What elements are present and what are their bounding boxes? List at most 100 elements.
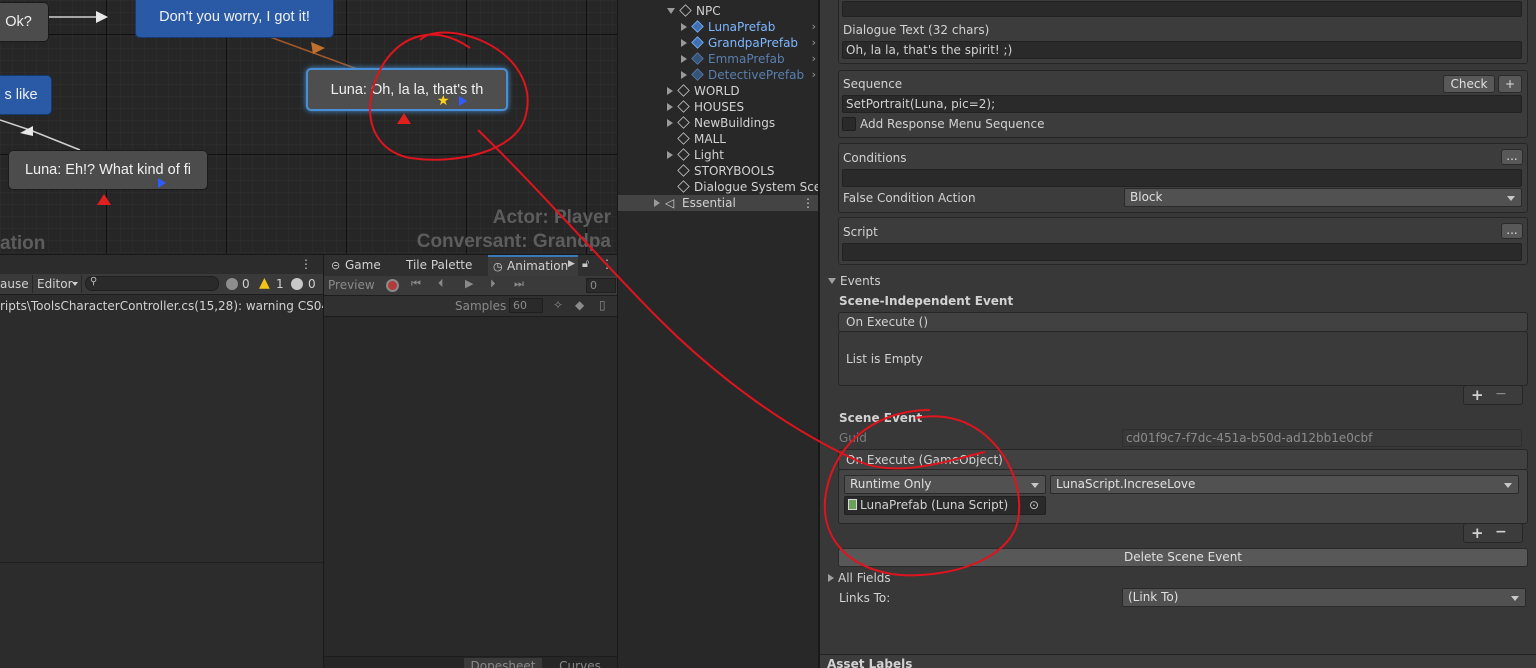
runtime-value: Runtime Only bbox=[850, 477, 932, 491]
lock-icon[interactable]: 🔓︎ bbox=[582, 257, 589, 271]
scene-row-essential[interactable]: ◁ Essential ⋮ bbox=[618, 195, 818, 211]
dialogue-graph-canvas[interactable]: Ok? Don't you worry, I got it! s like Lu… bbox=[0, 0, 617, 254]
start-star-icon: ★ bbox=[437, 93, 450, 109]
hierarchy-label: WORLD bbox=[694, 84, 740, 98]
list-remove-button[interactable]: − bbox=[1495, 524, 1507, 540]
check-button[interactable]: Check bbox=[1443, 75, 1495, 93]
tab-curves[interactable]: Curves bbox=[550, 658, 610, 668]
script-file-icon bbox=[848, 499, 857, 510]
console-log-entry[interactable]: ripts\ToolsCharacterController.cs(15,28)… bbox=[0, 296, 323, 316]
fold-closed-icon[interactable] bbox=[681, 55, 687, 63]
frame-field[interactable]: 0 bbox=[586, 278, 616, 293]
guid-label: Guid bbox=[839, 431, 867, 445]
all-fields-foldout[interactable]: All Fields bbox=[828, 571, 891, 585]
error-toggle[interactable]: 0 bbox=[290, 276, 320, 292]
fold-closed-icon[interactable] bbox=[681, 71, 687, 79]
list-add-button[interactable]: + bbox=[1471, 386, 1484, 404]
tab-animation[interactable]: ◷ Animation bbox=[488, 255, 578, 276]
input-port-icon[interactable] bbox=[397, 113, 411, 124]
hierarchy-item-light[interactable]: Light bbox=[667, 147, 724, 163]
gameobject-icon bbox=[677, 100, 690, 113]
node-ok[interactable]: Ok? bbox=[0, 2, 49, 42]
node-got-it[interactable]: Don't you worry, I got it! bbox=[135, 0, 334, 38]
fold-closed-icon[interactable] bbox=[654, 199, 660, 207]
fold-closed-icon[interactable] bbox=[681, 23, 687, 31]
prev-key-icon[interactable]: ⏴ bbox=[438, 277, 444, 291]
events-foldout[interactable]: Events bbox=[828, 274, 881, 288]
script-field[interactable] bbox=[842, 243, 1522, 261]
tab-dopesheet[interactable]: Dopesheet bbox=[464, 658, 542, 668]
hierarchy-item-newbuildings[interactable]: NewBuildings bbox=[667, 115, 775, 131]
tab-scroll-icon[interactable]: ▶ bbox=[568, 259, 575, 269]
hierarchy-item-detective-prefab[interactable]: DetectivePrefab › bbox=[681, 67, 818, 83]
fold-closed-icon[interactable] bbox=[681, 39, 687, 47]
fold-open-icon[interactable] bbox=[667, 8, 675, 14]
object-picker-icon[interactable]: ⊙ bbox=[1029, 497, 1039, 513]
console-divider[interactable] bbox=[0, 562, 323, 563]
false-condition-dropdown[interactable]: Block bbox=[1124, 188, 1522, 207]
fold-closed-icon[interactable] bbox=[667, 87, 673, 95]
links-to-dropdown[interactable]: (Link To) bbox=[1122, 588, 1526, 607]
samples-field[interactable]: 60 bbox=[509, 298, 543, 313]
panel-menu-icon[interactable]: ⋮ bbox=[601, 257, 613, 271]
info-toggle[interactable]: 0 bbox=[224, 276, 254, 292]
delete-scene-event-button[interactable]: Delete Scene Event bbox=[838, 548, 1528, 567]
runtime-dropdown[interactable]: Runtime Only bbox=[844, 475, 1046, 494]
play-icon[interactable]: ▶ bbox=[465, 277, 473, 290]
hierarchy-item-npc[interactable]: NPC bbox=[667, 3, 721, 19]
dialogue-text-field[interactable]: Oh, la la, that's the spirit! ;) bbox=[842, 41, 1522, 59]
node-luna-oh[interactable]: Luna: Oh, la la, that's th bbox=[306, 68, 508, 111]
hierarchy-item-emma-prefab[interactable]: EmmaPrefab › bbox=[681, 51, 818, 67]
chevron-right-icon[interactable]: › bbox=[812, 67, 816, 83]
panel-menu-icon[interactable]: ⋮ bbox=[300, 257, 316, 271]
tab-tile-palette[interactable]: Tile Palette bbox=[406, 255, 492, 276]
fold-closed-icon[interactable] bbox=[667, 103, 673, 111]
next-key-icon[interactable]: ⏵ bbox=[490, 277, 496, 291]
hierarchy-item-dialogue-system[interactable]: Dialogue System Sce bbox=[677, 179, 821, 195]
list-remove-button[interactable]: − bbox=[1495, 386, 1507, 402]
chevron-right-icon[interactable]: › bbox=[812, 51, 816, 67]
list-add-button[interactable]: + bbox=[1471, 524, 1484, 542]
hierarchy-item-grandpa-prefab[interactable]: GrandpaPrefab › bbox=[681, 35, 818, 51]
fold-closed-icon[interactable] bbox=[667, 151, 673, 159]
record-icon[interactable] bbox=[386, 279, 399, 292]
event-marker-icon[interactable]: ▯ bbox=[599, 298, 606, 312]
sequence-field[interactable]: SetPortrait(Luna, pic=2); bbox=[842, 95, 1522, 113]
script-more-button[interactable]: ... bbox=[1501, 223, 1523, 239]
chevron-right-icon[interactable]: › bbox=[812, 19, 816, 35]
node-like[interactable]: s like bbox=[0, 75, 52, 115]
node-luna-eh[interactable]: Luna: Eh!? What kind of fi bbox=[8, 150, 208, 190]
last-key-icon[interactable]: ⏭ bbox=[514, 277, 524, 291]
chevron-right-icon[interactable]: › bbox=[812, 35, 816, 51]
conditions-more-button[interactable]: ... bbox=[1501, 149, 1523, 165]
tab-game[interactable]: ⊝ Game bbox=[331, 255, 401, 276]
hierarchy-item-world[interactable]: WORLD bbox=[667, 83, 740, 99]
editor-dropdown[interactable]: Editor bbox=[32, 275, 82, 293]
first-key-icon[interactable]: ⏮ bbox=[411, 277, 421, 291]
conditions-field[interactable] bbox=[842, 169, 1522, 187]
sequence-add-button[interactable]: + bbox=[1498, 75, 1522, 93]
console-search-input[interactable]: ⚲ bbox=[85, 276, 219, 291]
add-event-icon[interactable]: ◆ bbox=[575, 298, 584, 312]
add-response-checkbox[interactable] bbox=[842, 117, 856, 131]
output-port-icon[interactable] bbox=[459, 96, 467, 106]
hierarchy-label: DetectivePrefab bbox=[708, 68, 805, 82]
hierarchy-item-houses[interactable]: HOUSES bbox=[667, 99, 744, 115]
function-dropdown[interactable]: LunaScript.IncreseLove bbox=[1050, 475, 1519, 494]
pause-button[interactable]: ause bbox=[0, 277, 29, 291]
add-keyframe-icon[interactable]: ✧ bbox=[553, 298, 563, 312]
output-port-icon[interactable] bbox=[158, 178, 166, 188]
previous-field[interactable] bbox=[842, 1, 1522, 17]
object-field[interactable]: LunaPrefab (Luna Script) ⊙ bbox=[844, 496, 1046, 515]
hierarchy-item-mall[interactable]: MALL bbox=[677, 131, 726, 147]
fold-closed-icon[interactable] bbox=[667, 119, 673, 127]
error-icon bbox=[291, 278, 303, 290]
scene-menu-icon[interactable]: ⋮ bbox=[802, 195, 814, 211]
hierarchy-item-storybools[interactable]: STORYBOOLS bbox=[677, 163, 775, 179]
preview-button[interactable]: Preview bbox=[328, 278, 375, 292]
guid-field[interactable]: cd01f9c7-f7dc-451a-b50d-ad12bb1e0cbf bbox=[1122, 429, 1522, 447]
list-controls: + − bbox=[1463, 523, 1523, 543]
warning-toggle[interactable]: ▲ 1 bbox=[258, 276, 286, 292]
input-port-icon[interactable] bbox=[97, 194, 111, 205]
hierarchy-item-luna-prefab[interactable]: LunaPrefab › bbox=[681, 19, 818, 35]
